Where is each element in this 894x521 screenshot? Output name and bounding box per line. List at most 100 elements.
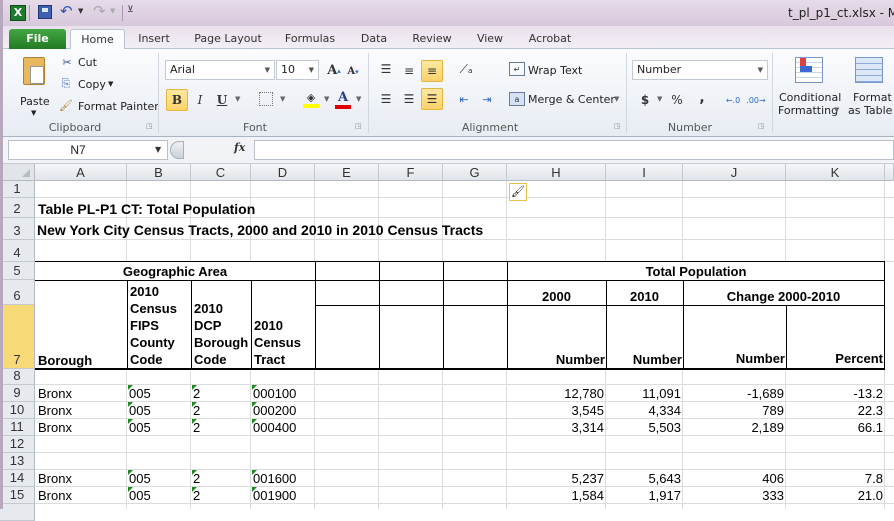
paste-button[interactable]: Paste ▼ xyxy=(14,53,54,117)
undo-dropdown-icon[interactable]: ▼ xyxy=(78,7,83,15)
tab-review[interactable]: Review xyxy=(408,29,456,49)
formula-input[interactable] xyxy=(254,140,894,160)
tract-cell[interactable]: 000200 xyxy=(253,403,296,419)
pop2010-cell[interactable]: 1,917 xyxy=(606,488,681,504)
census-tract-header[interactable]: 2010 Census Tract xyxy=(254,317,301,368)
column-header-c[interactable]: C xyxy=(191,164,251,181)
pop2000-cell[interactable]: 12,780 xyxy=(507,386,604,402)
orientation-icon[interactable]: ⟋ₐ xyxy=(455,59,477,79)
tract-cell[interactable]: 000100 xyxy=(253,386,296,402)
row-header-11[interactable]: 11 xyxy=(0,419,35,436)
change-number-cell[interactable]: 333 xyxy=(683,488,784,504)
column-header-b[interactable]: B xyxy=(127,164,191,181)
fips-cell[interactable]: 005 xyxy=(129,386,151,402)
geographic-area-header[interactable]: Geographic Area xyxy=(35,264,315,280)
tract-cell[interactable]: 001600 xyxy=(253,471,296,487)
pop2000-cell[interactable]: 3,314 xyxy=(507,420,604,436)
clipboard-launcher-icon[interactable]: ◳ xyxy=(146,122,153,130)
redo-dropdown-icon[interactable]: ▼ xyxy=(110,7,115,15)
change-number-cell[interactable]: 406 xyxy=(683,471,784,487)
change-percent-cell[interactable]: -13.2 xyxy=(786,386,883,402)
column-header-e[interactable]: E xyxy=(315,164,379,181)
row-header-9[interactable]: 9 xyxy=(0,385,35,402)
currency-button[interactable]: $ xyxy=(638,91,652,109)
name-box-dropdown-icon[interactable]: ▼ xyxy=(155,145,161,154)
currency-dropdown-icon[interactable]: ▼ xyxy=(657,95,662,103)
borough-cell[interactable]: Bronx xyxy=(38,386,72,402)
copy-button[interactable]: Copy xyxy=(78,78,106,91)
fips-header[interactable]: 2010 Census FIPS County Code xyxy=(130,283,177,368)
pop2000-cell[interactable]: 3,545 xyxy=(507,403,604,419)
row-header-16[interactable] xyxy=(0,504,35,521)
row-header-10[interactable]: 10 xyxy=(0,402,35,419)
merge-center-button[interactable]: Merge & Center xyxy=(528,93,615,106)
dcp-cell[interactable]: 2 xyxy=(193,488,200,504)
row-header-4[interactable]: 4 xyxy=(0,240,35,262)
align-right-icon[interactable]: ☰ xyxy=(421,88,443,110)
dcp-cell[interactable]: 2 xyxy=(193,471,200,487)
row-header-15[interactable]: 15 xyxy=(0,487,35,504)
row-header-5[interactable]: 5 xyxy=(0,262,35,280)
pop2010-cell[interactable]: 11,091 xyxy=(606,386,681,402)
dcp-cell[interactable]: 2 xyxy=(193,420,200,436)
align-center-icon[interactable]: ☰ xyxy=(400,90,418,108)
year-2000-header[interactable]: 2000 xyxy=(507,289,606,305)
borough-cell[interactable]: Bronx xyxy=(38,471,72,487)
fill-color-icon[interactable]: ◈ xyxy=(303,90,319,108)
sheet-title[interactable]: Table PL-P1 CT: Total Population xyxy=(38,201,255,217)
paste-options-icon[interactable]: 🖌 xyxy=(509,183,527,201)
column-header-j[interactable]: J xyxy=(683,164,786,181)
fips-cell[interactable]: 005 xyxy=(129,420,151,436)
pop2010-cell[interactable]: 5,643 xyxy=(606,471,681,487)
borders-dropdown-icon[interactable]: ▼ xyxy=(280,95,285,103)
row-header-14[interactable]: 14 xyxy=(0,470,35,487)
dcp-cell[interactable]: 2 xyxy=(193,403,200,419)
font-name-combo[interactable]: Arial ▼ xyxy=(165,60,275,80)
row-header-1[interactable]: 1 xyxy=(0,181,35,198)
pop2010-cell[interactable]: 5,503 xyxy=(606,420,681,436)
column-header-d[interactable]: D xyxy=(251,164,315,181)
alignment-launcher-icon[interactable]: ◳ xyxy=(614,122,621,130)
save-icon[interactable] xyxy=(38,5,52,19)
align-top-icon[interactable]: ☰ xyxy=(377,60,395,78)
grow-font-icon[interactable]: A ▴ xyxy=(326,61,342,79)
number-2000-header[interactable]: Number xyxy=(507,352,605,368)
tab-page-layout[interactable]: Page Layout xyxy=(192,29,264,49)
align-bottom-icon[interactable]: ≡ xyxy=(421,60,443,82)
conditional-formatting-button[interactable]: Conditional Formatting ▼ xyxy=(776,53,846,117)
tract-cell[interactable]: 000400 xyxy=(253,420,296,436)
comma-button[interactable]: , xyxy=(697,89,707,107)
spreadsheet-grid[interactable]: A B C D E F G H I J K 1 2 3 4 5 6 7 8 9 … xyxy=(0,164,894,521)
select-all-button[interactable] xyxy=(0,164,35,181)
row-header-8[interactable]: 8 xyxy=(0,368,35,385)
year-2010-header[interactable]: 2010 xyxy=(606,289,683,305)
tab-home[interactable]: Home xyxy=(70,29,125,50)
tab-insert[interactable]: Insert xyxy=(133,29,175,49)
change-percent-cell[interactable]: 7.8 xyxy=(786,471,883,487)
cut-button[interactable]: Cut xyxy=(78,56,97,69)
italic-button[interactable]: I xyxy=(192,89,208,111)
merge-center-dropdown-icon[interactable]: ▼ xyxy=(614,95,619,103)
undo-icon[interactable]: ↶ xyxy=(60,2,73,20)
increase-indent-icon[interactable]: ⇥ xyxy=(478,90,496,108)
column-header-a[interactable]: A xyxy=(35,164,127,181)
change-number-cell[interactable]: 789 xyxy=(683,403,784,419)
tab-file[interactable]: File xyxy=(9,29,66,49)
underline-button[interactable]: U xyxy=(214,89,230,111)
tab-formulas[interactable]: Formulas xyxy=(282,29,338,49)
copy-dropdown-icon[interactable]: ▼ xyxy=(108,80,113,88)
tab-view[interactable]: View xyxy=(472,29,508,49)
fips-cell[interactable]: 005 xyxy=(129,488,151,504)
align-middle-icon[interactable]: ≡ xyxy=(400,62,418,80)
tab-data[interactable]: Data xyxy=(356,29,392,49)
insert-function-icon[interactable]: fx xyxy=(234,141,245,154)
fips-cell[interactable]: 005 xyxy=(129,471,151,487)
pop2010-cell[interactable]: 4,334 xyxy=(606,403,681,419)
row-header-13[interactable]: 13 xyxy=(0,453,35,470)
align-left-icon[interactable]: ☰ xyxy=(377,90,395,108)
number-launcher-icon[interactable]: ◳ xyxy=(758,122,765,130)
font-launcher-icon[interactable]: ◳ xyxy=(355,122,362,130)
underline-dropdown-icon[interactable]: ▼ xyxy=(235,95,240,103)
row-header-7[interactable]: 7 xyxy=(0,305,35,369)
change-number-cell[interactable]: 2,189 xyxy=(683,420,784,436)
